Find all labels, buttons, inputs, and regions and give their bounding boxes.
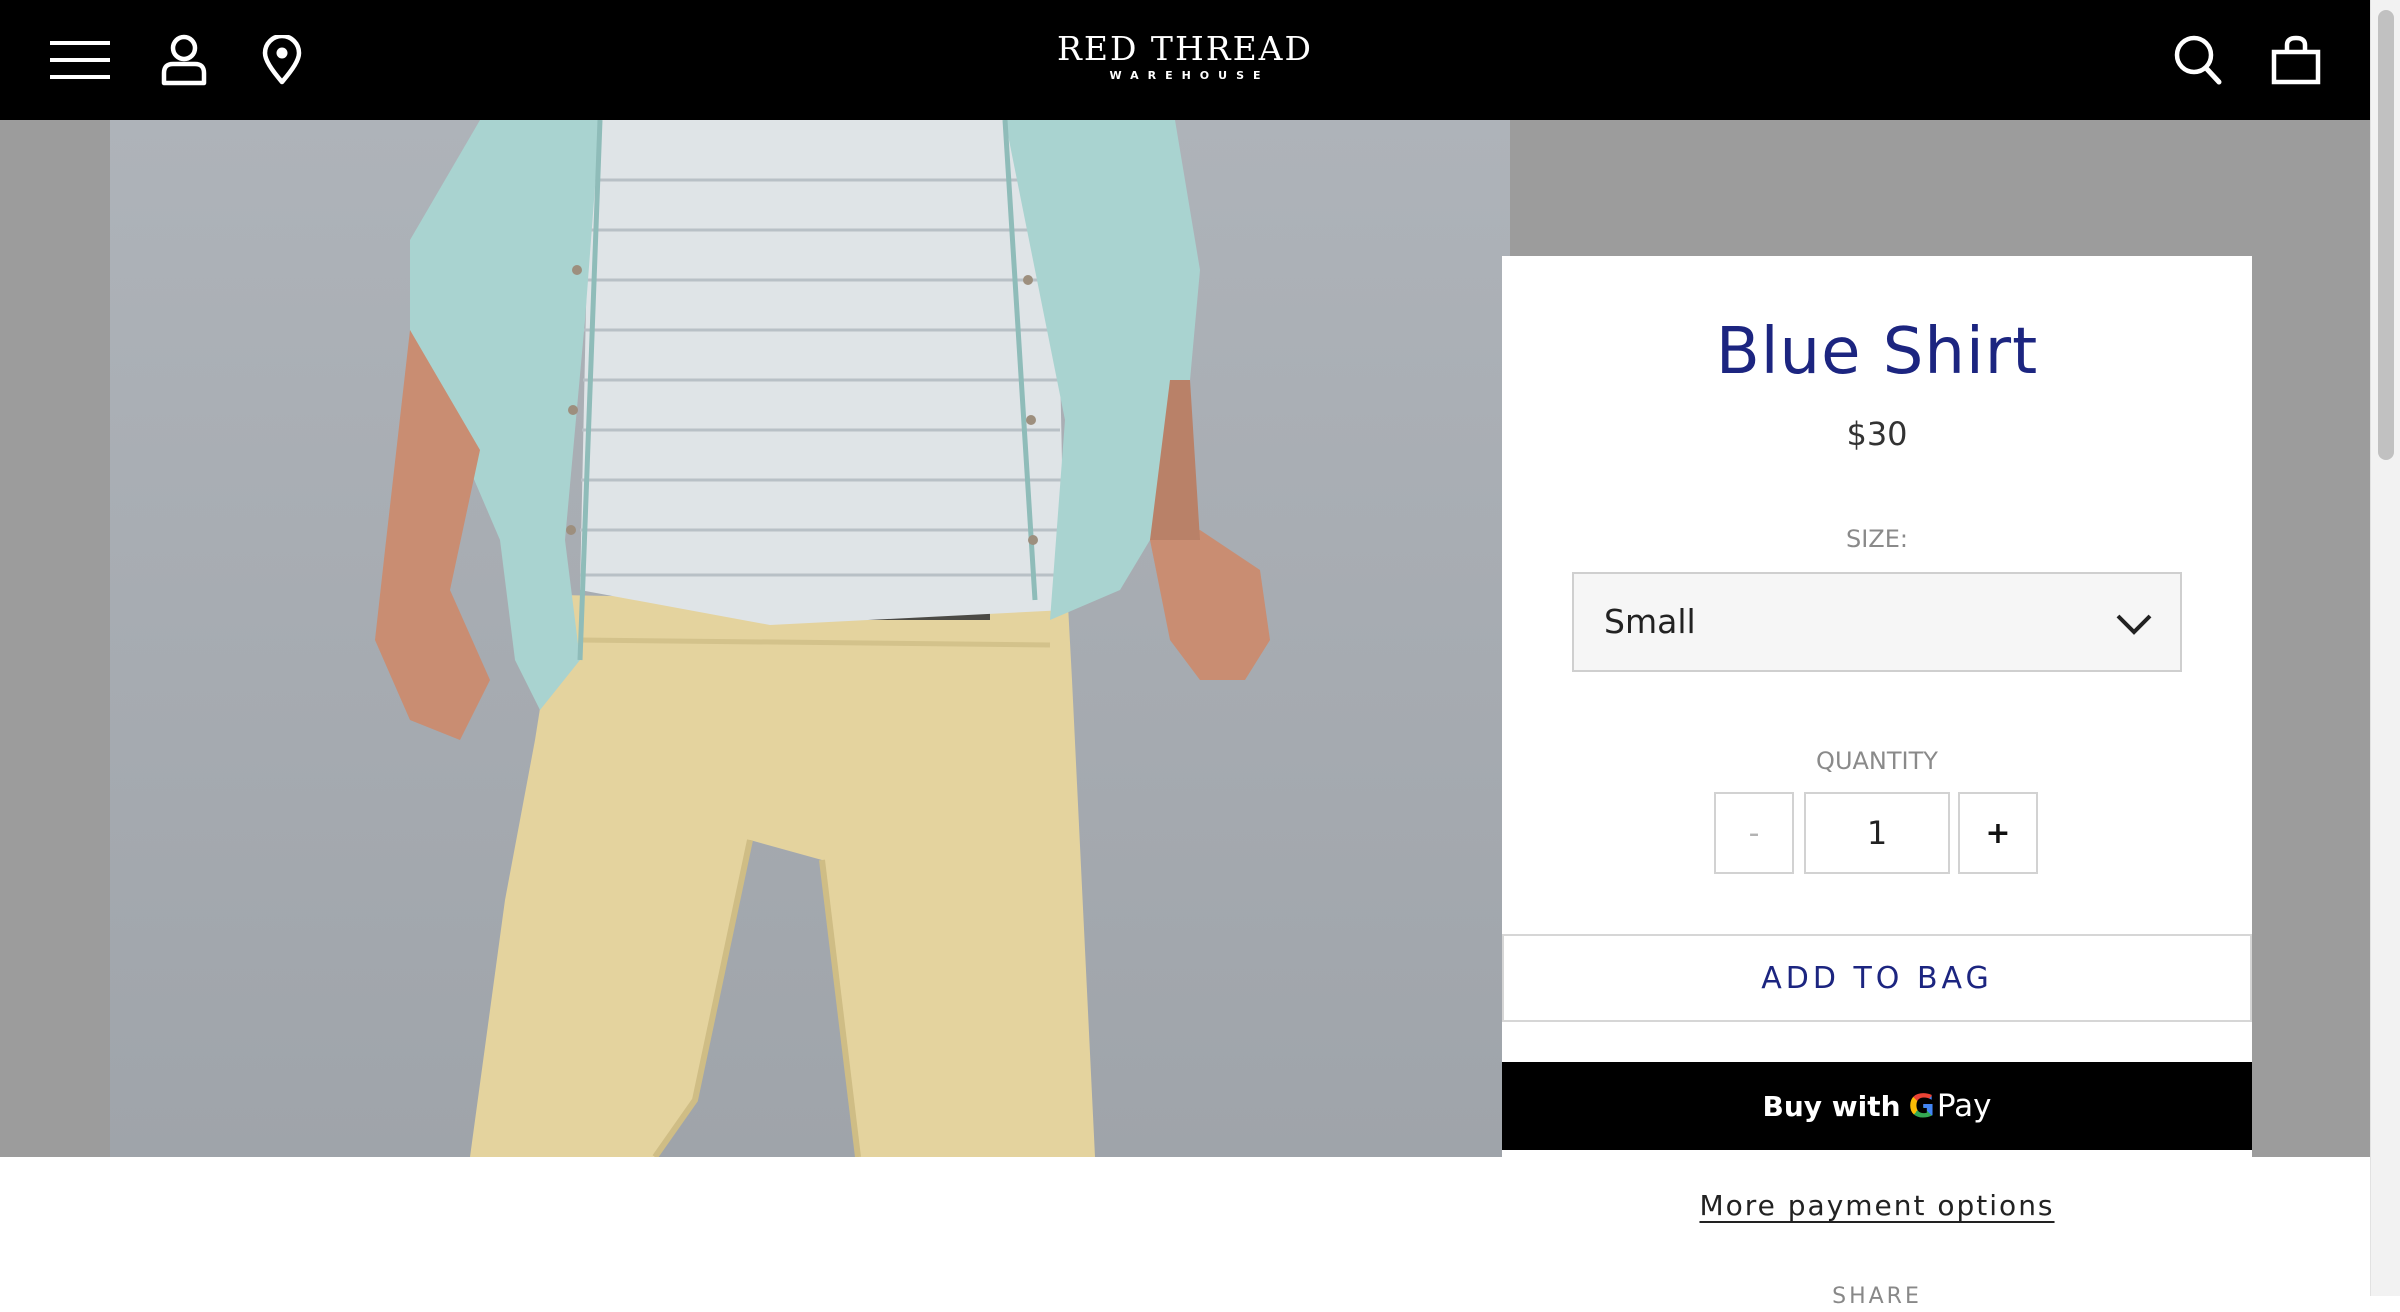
size-select[interactable]: Small: [1572, 572, 2182, 672]
search-icon[interactable]: [2166, 30, 2230, 90]
bag-icon[interactable]: [2264, 30, 2328, 90]
quantity-increase-button[interactable]: +: [1958, 792, 2038, 874]
more-payment-options-link[interactable]: More payment options: [1502, 1186, 2252, 1226]
product-photo: [110, 120, 1510, 1157]
gpay-pay-label: Pay: [1936, 1088, 1992, 1124]
brand-logo[interactable]: RED THREAD WAREHOUSE: [1040, 30, 1330, 90]
gpay-buy-with-label: Buy with: [1762, 1089, 1901, 1123]
brand-name: RED THREAD: [1057, 29, 1313, 68]
quantity-decrease-button[interactable]: -: [1714, 792, 1794, 874]
brand-subtitle: WAREHOUSE: [1109, 69, 1270, 82]
product-price: $30: [1846, 415, 1908, 453]
location-icon[interactable]: [250, 30, 314, 90]
account-icon[interactable]: [152, 30, 216, 90]
add-to-bag-button[interactable]: ADD TO BAG: [1502, 934, 2252, 1022]
page-scrollbar[interactable]: [2370, 0, 2400, 1296]
size-select-value: Small: [1604, 602, 1696, 641]
quantity-label: QUANTITY: [1816, 747, 1938, 775]
chevron-down-icon: [2116, 614, 2152, 635]
quantity-input[interactable]: 1: [1804, 792, 1950, 874]
size-label: SIZE:: [1845, 525, 1908, 553]
google-g-icon: G: [1908, 1087, 1935, 1125]
product-title: Blue Shirt: [1715, 315, 2039, 389]
share-label: SHARE: [1832, 1284, 1922, 1309]
site-header: RED THREAD WAREHOUSE: [0, 0, 2370, 120]
product-panel: Blue Shirt $30 SIZE: Small QUANTITY - 1 …: [1502, 256, 2252, 1309]
google-pay-button[interactable]: Buy with G Pay: [1502, 1062, 2252, 1150]
scrollbar-thumb[interactable]: [2378, 10, 2394, 460]
menu-icon[interactable]: [48, 30, 112, 90]
